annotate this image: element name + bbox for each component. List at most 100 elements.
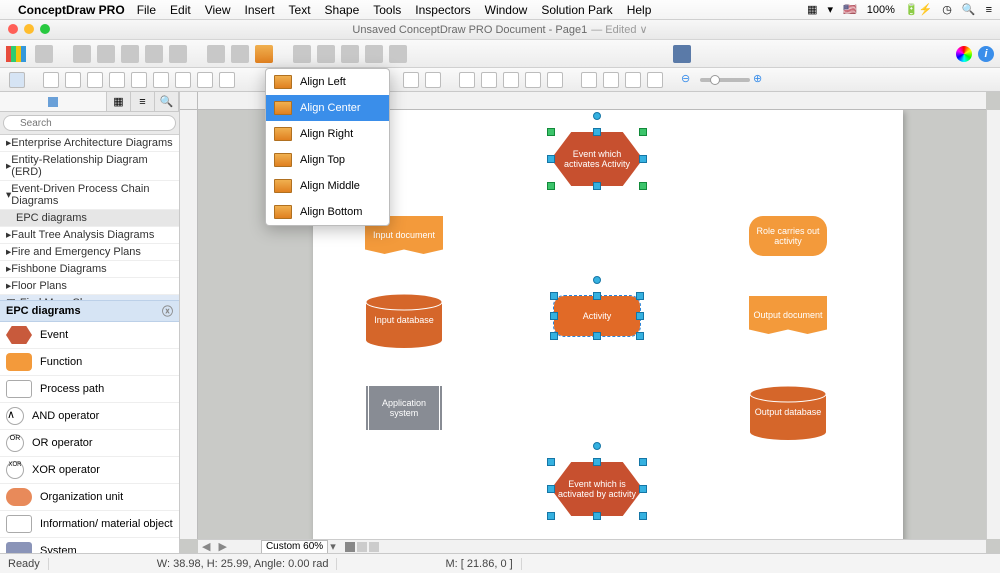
shape-tool-icon[interactable] — [65, 72, 81, 88]
zoom-fit-icon[interactable] — [625, 72, 641, 88]
shape-item[interactable]: OROR operator — [0, 430, 179, 457]
shape-tool-icon[interactable] — [109, 72, 125, 88]
vertical-scrollbar[interactable] — [986, 110, 1000, 539]
shape-item[interactable]: Function — [0, 349, 179, 376]
zoom-icon[interactable] — [647, 72, 663, 88]
shape-output-document[interactable]: Output document — [749, 296, 827, 334]
app-name[interactable]: ConceptDraw PRO — [18, 3, 125, 17]
tool-icon[interactable] — [525, 72, 541, 88]
shape-item[interactable]: Organization unit — [0, 484, 179, 511]
zoom-select[interactable]: Custom 60% — [261, 540, 328, 554]
toolbar-icon[interactable] — [231, 45, 249, 63]
menu-extra-icon[interactable]: ≡ — [986, 4, 992, 16]
panel-tab-search[interactable]: 🔍 — [155, 92, 179, 111]
shapes-header[interactable]: EPC diagramsⓧ — [0, 300, 179, 322]
shape-item[interactable]: System — [0, 538, 179, 553]
tree-item[interactable]: ▸ Fire and Emergency Plans — [0, 244, 179, 261]
toolbar-icon[interactable] — [317, 45, 335, 63]
tree-item[interactable]: EPC diagrams — [0, 210, 179, 227]
scroll-right-icon[interactable]: ▶ — [214, 540, 230, 553]
shape-tool-icon[interactable] — [87, 72, 103, 88]
shape-item[interactable]: XORXOR operator — [0, 457, 179, 484]
shape-tool-icon[interactable] — [131, 72, 147, 88]
menu-view[interactable]: View — [205, 3, 231, 17]
tree-item[interactable]: ▸ Fault Tree Analysis Diagrams — [0, 227, 179, 244]
menu-file[interactable]: File — [137, 3, 156, 17]
menu-tools[interactable]: Tools — [373, 3, 401, 17]
menu-solution-park[interactable]: Solution Park — [541, 3, 612, 17]
shape-application-system[interactable]: Application system — [365, 386, 443, 430]
page-tabs[interactable] — [344, 542, 380, 552]
shape-tool-icon[interactable] — [197, 72, 213, 88]
library-tree[interactable]: ▸ Enterprise Architecture Diagrams ▸ Ent… — [0, 135, 179, 300]
menu-insert[interactable]: Insert — [245, 3, 275, 17]
menu-text[interactable]: Text — [289, 3, 311, 17]
toolbar-icon[interactable] — [389, 45, 407, 63]
shape-item[interactable]: Event — [0, 322, 179, 349]
toolbar-icon[interactable] — [121, 45, 139, 63]
panel-tab[interactable]: ▦ — [107, 92, 131, 111]
zoom-in-icon[interactable] — [581, 72, 597, 88]
toolbar-icon[interactable] — [365, 45, 383, 63]
menu-inspectors[interactable]: Inspectors — [415, 3, 470, 17]
tool-icon[interactable] — [403, 72, 419, 88]
spotlight-icon[interactable]: 🔍 — [962, 3, 976, 16]
tool-icon[interactable] — [459, 72, 475, 88]
minimize-window-button[interactable] — [24, 24, 34, 34]
tree-item[interactable]: ▸ Entity-Relationship Diagram (ERD) — [0, 152, 179, 181]
flag-icon[interactable]: 🇺🇸 — [843, 3, 857, 16]
info-icon[interactable]: i — [978, 46, 994, 62]
align-bottom-item[interactable]: Align Bottom — [266, 199, 389, 225]
tree-item[interactable]: ▸ Floor Plans — [0, 278, 179, 295]
shape-tool-icon[interactable] — [153, 72, 169, 88]
color-picker-icon[interactable] — [956, 46, 972, 62]
align-center-item[interactable]: Align Center — [266, 95, 389, 121]
shape-event-bottom[interactable]: Event which is activated by activity — [551, 462, 643, 516]
shape-tool-icon[interactable] — [43, 72, 59, 88]
align-left-item[interactable]: Align Left — [266, 69, 389, 95]
tool-icon[interactable] — [547, 72, 563, 88]
menu-window[interactable]: Window — [485, 3, 528, 17]
align-top-item[interactable]: Align Top — [266, 147, 389, 173]
pointer-tool-icon[interactable] — [9, 72, 25, 88]
align-middle-item[interactable]: Align Middle — [266, 173, 389, 199]
toolbar-icon[interactable] — [293, 45, 311, 63]
toolbar-icon[interactable] — [207, 45, 225, 63]
zoom-out-icon[interactable] — [603, 72, 619, 88]
menu-edit[interactable]: Edit — [170, 3, 191, 17]
menu-help[interactable]: Help — [627, 3, 652, 17]
close-icon[interactable]: ⓧ — [162, 303, 173, 319]
close-window-button[interactable] — [8, 24, 18, 34]
toolbar-icon[interactable] — [97, 45, 115, 63]
toolbar-icon[interactable] — [73, 45, 91, 63]
shape-activity[interactable]: Activity — [554, 296, 640, 336]
presentation-icon[interactable] — [673, 45, 691, 63]
toolbar-icon[interactable] — [145, 45, 163, 63]
align-right-item[interactable]: Align Right — [266, 121, 389, 147]
shape-tool-icon[interactable] — [219, 72, 235, 88]
tree-item[interactable]: ▸ Enterprise Architecture Diagrams — [0, 135, 179, 152]
shape-role[interactable]: Role carries out activity — [749, 216, 827, 256]
grid-icon[interactable]: ▦ — [807, 3, 817, 16]
toolbar-icon[interactable] — [341, 45, 359, 63]
wifi-icon[interactable]: ▾ — [827, 3, 833, 16]
zoom-slider[interactable] — [700, 78, 750, 82]
tree-item[interactable]: ▸ Fishbone Diagrams — [0, 261, 179, 278]
battery-icon[interactable]: 🔋⚡ — [905, 3, 932, 16]
shape-item[interactable]: Process path — [0, 376, 179, 403]
shape-event-top[interactable]: Event which activates Activity — [551, 132, 643, 186]
zoom-window-button[interactable] — [40, 24, 50, 34]
library-search-input[interactable] — [3, 115, 176, 131]
shape-item[interactable]: ∧AND operator — [0, 403, 179, 430]
vertical-ruler[interactable] — [180, 110, 198, 539]
scroll-left-icon[interactable]: ◀ — [198, 540, 214, 553]
zoom-out-slider-icon[interactable]: ⊖ — [681, 72, 697, 88]
menu-shape[interactable]: Shape — [325, 3, 360, 17]
toolbar-icon[interactable] — [169, 45, 187, 63]
tree-item[interactable]: ▾ Event-Driven Process Chain Diagrams — [0, 181, 179, 210]
tool-icon[interactable] — [425, 72, 441, 88]
tool-icon[interactable] — [503, 72, 519, 88]
shape-item[interactable]: Information/ material object — [0, 511, 179, 538]
clock-icon[interactable]: ◷ — [942, 3, 952, 16]
toolbar-icon[interactable] — [35, 45, 53, 63]
